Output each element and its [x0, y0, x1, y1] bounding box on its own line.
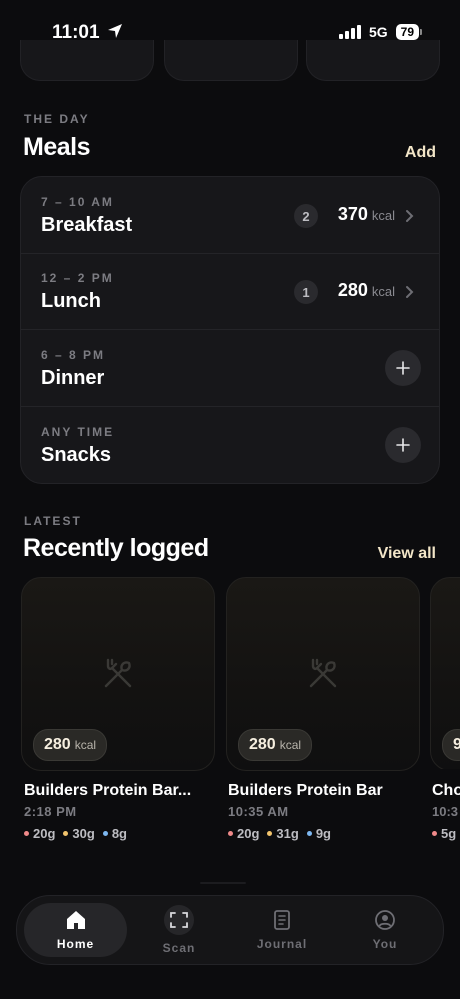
scroll-indicator [200, 882, 246, 884]
macro-carbs-value: 31g [276, 826, 299, 841]
macro-carbs-value: 30g [72, 826, 95, 841]
kcal-value: 280 [44, 736, 71, 753]
macro-fat: 8g [102, 826, 127, 841]
journal-icon [274, 910, 290, 930]
tab-home[interactable]: Home [24, 903, 127, 957]
meal-name: Snacks [41, 444, 112, 466]
meal-item-count: 2 [294, 204, 318, 228]
chevron-right-icon [406, 210, 414, 222]
meal-kcal: 370 kcal [338, 204, 395, 225]
food-macros: 20g 31g 9g [228, 826, 331, 841]
recent-title: Recently logged [23, 534, 209, 562]
macro-protein: 20g [228, 826, 259, 841]
battery-level: 79 [395, 24, 419, 40]
meal-row-dinner[interactable]: 6 – 8 PM Dinner [21, 330, 439, 407]
chevron-right-icon [406, 286, 414, 298]
recent-eyebrow: LATEST [24, 514, 82, 528]
macro-fat: 9g [306, 826, 331, 841]
tab-label: You [372, 937, 398, 951]
status-indicators: 5G 79 [338, 24, 422, 40]
meal-row-breakfast[interactable]: 7 – 10 AM Breakfast 2 370 kcal [21, 177, 439, 254]
meal-kcal-unit: kcal [371, 208, 395, 223]
tab-bar: Home Scan Journal You [16, 895, 444, 965]
tab-label: Journal [256, 937, 308, 951]
recent-food-card-clip: 9 [430, 577, 460, 769]
food-name: Cho [432, 782, 460, 799]
macro-protein-value: 20g [237, 826, 260, 841]
view-all-link[interactable]: View all [378, 545, 436, 563]
tab-scan[interactable]: Scan [129, 896, 229, 964]
home-icon [66, 911, 85, 929]
food-macros: 20g 30g 8g [24, 826, 127, 841]
scan-icon [170, 912, 188, 928]
add-snacks-button[interactable] [385, 427, 421, 463]
meal-row-lunch[interactable]: 12 – 2 PM Lunch 1 280 kcal [21, 253, 439, 330]
user-icon [375, 910, 395, 930]
kcal-unit: kcal [279, 738, 302, 752]
tab-journal[interactable]: Journal [231, 896, 333, 964]
tab-label: Home [56, 937, 95, 951]
meal-row-snacks[interactable]: ANY TIME Snacks [21, 407, 439, 483]
macro-protein-value: 5g [441, 826, 457, 841]
recent-food-meta-clip: Cho 10:3 5g [432, 782, 460, 842]
meal-name: Lunch [41, 290, 101, 312]
macro-carbs: 30g [63, 826, 95, 841]
meal-item-count: 1 [294, 280, 318, 304]
meals-title: Meals [23, 133, 90, 161]
meal-time: 6 – 8 PM [41, 348, 106, 362]
network-label: 5G [368, 24, 388, 40]
kcal-badge: 9 [442, 729, 460, 761]
macro-protein: 5g [432, 826, 456, 841]
recent-food-card[interactable]: 9 [430, 577, 460, 769]
meal-kcal-value: 280 [337, 280, 368, 300]
food-time: 10:3 [432, 804, 459, 819]
food-time: 2:18 PM [24, 804, 77, 819]
fork-knife-icon [309, 658, 337, 688]
macro-fat-value: 8g [111, 826, 127, 841]
meals-card: 7 – 10 AM Breakfast 2 370 kcal 12 – 2 PM… [20, 176, 440, 484]
meal-time: 7 – 10 AM [41, 195, 114, 209]
signal-icon [338, 25, 361, 39]
meal-name: Dinner [41, 367, 105, 389]
summary-card[interactable] [164, 40, 298, 81]
location-arrow-icon [107, 24, 122, 38]
kcal-badge: 280 kcal [33, 729, 108, 761]
plus-icon [396, 361, 410, 375]
add-dinner-button[interactable] [385, 350, 421, 386]
fork-knife-icon [104, 658, 132, 688]
macro-fat-value: 9g [315, 826, 331, 841]
meal-time: 12 – 2 PM [41, 271, 114, 285]
tab-label: Scan [162, 941, 196, 955]
kcal-value: 280 [249, 736, 276, 753]
meal-kcal-value: 370 [337, 204, 368, 224]
battery-icon: 79 [395, 24, 422, 40]
meals-eyebrow: THE DAY [24, 112, 90, 126]
summary-card[interactable] [306, 40, 440, 81]
meal-time: ANY TIME [41, 425, 115, 439]
add-meal-link[interactable]: Add [405, 144, 436, 162]
food-time: 10:35 AM [228, 804, 289, 819]
food-name: Builders Protein Bar... [24, 782, 192, 799]
macro-carbs: 31g [267, 826, 299, 841]
food-name: Builders Protein Bar [228, 782, 383, 799]
tab-you[interactable]: You [335, 896, 435, 964]
recent-food-card[interactable]: 280 kcal [21, 577, 215, 771]
meal-name: Breakfast [41, 214, 133, 236]
recent-food-card[interactable]: 280 kcal [226, 577, 420, 771]
macro-protein-value: 20g [33, 826, 56, 841]
kcal-unit: kcal [74, 738, 97, 752]
macro-protein: 20g [24, 826, 55, 841]
plus-icon [396, 438, 410, 452]
summary-card[interactable] [20, 40, 154, 81]
meal-kcal-unit: kcal [371, 284, 395, 299]
kcal-value: 9 [453, 736, 460, 754]
meal-kcal: 280 kcal [338, 280, 395, 301]
kcal-badge: 280 kcal [238, 729, 313, 761]
